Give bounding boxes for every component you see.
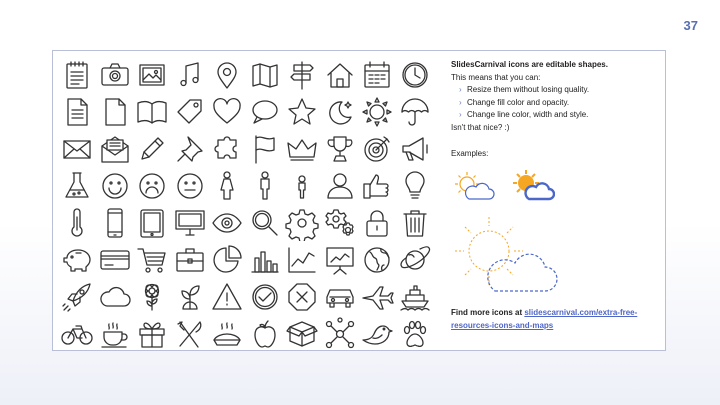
network-icon — [322, 316, 358, 352]
airplane-icon — [359, 279, 395, 315]
calendar-icon — [359, 57, 395, 93]
sprout-icon — [172, 279, 208, 315]
blank-page-icon — [97, 94, 133, 130]
open-book-icon — [134, 94, 170, 130]
trophy-icon — [322, 131, 358, 167]
info-block: SlidesCarnival icons are editable shapes… — [451, 59, 661, 134]
box-icon — [284, 316, 320, 352]
woman-icon — [209, 168, 245, 204]
pushpin-icon — [172, 131, 208, 167]
car-icon — [322, 279, 358, 315]
rocket-icon — [59, 279, 95, 315]
presentation-icon — [322, 242, 358, 278]
document-icon — [59, 94, 95, 130]
map-icon — [247, 57, 283, 93]
ship-icon — [397, 279, 433, 315]
target-icon — [359, 131, 395, 167]
notepad-icon — [59, 57, 95, 93]
example-sun-cloud-dashed-icon — [451, 211, 561, 297]
planet-icon — [397, 242, 433, 278]
eye-icon — [209, 205, 245, 241]
info-intro: This means that you can: — [451, 72, 541, 82]
picture-icon — [134, 57, 170, 93]
example-sun-cloud-filled-icon — [509, 167, 556, 205]
moon-stars-icon — [322, 94, 358, 130]
bird-icon — [359, 316, 395, 352]
clock-icon — [397, 57, 433, 93]
envelope-icon — [59, 131, 95, 167]
location-pin-icon — [209, 57, 245, 93]
sun-icon — [359, 94, 395, 130]
paw-icon — [397, 316, 433, 352]
user-icon — [322, 168, 358, 204]
flower-icon — [134, 279, 170, 315]
briefcase-icon — [172, 242, 208, 278]
heart-icon — [209, 94, 245, 130]
footer-text: Find more icons at slidescarnival.com/ex… — [451, 307, 661, 332]
info-bullet-list: Resize them without losing quality. Chan… — [451, 84, 661, 122]
check-circle-icon — [247, 279, 283, 315]
magnifier-icon — [247, 205, 283, 241]
cancel-circle-icon — [284, 279, 320, 315]
coffee-cup-icon — [97, 316, 133, 352]
signpost-icon — [284, 57, 320, 93]
puzzle-icon — [209, 131, 245, 167]
lightbulb-icon — [397, 168, 433, 204]
gear-icon — [284, 205, 320, 241]
flask-icon — [59, 168, 95, 204]
warning-icon — [209, 279, 245, 315]
camera-icon — [97, 57, 133, 93]
example-sun-cloud-outline-icon — [451, 169, 495, 205]
pie-chart-icon — [209, 242, 245, 278]
speech-bubble-icon — [247, 94, 283, 130]
trash-icon — [397, 205, 433, 241]
man-icon — [247, 168, 283, 204]
happy-face-icon — [97, 168, 133, 204]
cloud-icon — [97, 279, 133, 315]
info-title: SlidesCarnival icons are editable shapes… — [451, 60, 608, 69]
info-bullet: Change fill color and opacity. — [459, 97, 661, 110]
open-envelope-icon — [97, 131, 133, 167]
info-closing: Isn't that nice? :) — [451, 122, 510, 132]
apple-icon — [247, 316, 283, 352]
umbrella-icon — [397, 94, 433, 130]
music-note-icon — [172, 57, 208, 93]
thermometer-icon — [59, 205, 95, 241]
info-bullet: Resize them without losing quality. — [459, 84, 661, 97]
monitor-icon — [172, 205, 208, 241]
footer-prefix: Find more icons at — [451, 308, 525, 317]
page-number: 37 — [683, 18, 698, 33]
examples-label: Examples: — [451, 149, 489, 158]
icons-panel: SlidesCarnival icons are editable shapes… — [52, 50, 666, 351]
bicycle-icon — [59, 316, 95, 352]
gift-icon — [134, 316, 170, 352]
bar-chart-icon — [247, 242, 283, 278]
line-chart-icon — [284, 242, 320, 278]
neutral-face-icon — [172, 168, 208, 204]
megaphone-icon — [397, 131, 433, 167]
thumbs-up-icon — [359, 168, 395, 204]
pie-icon — [209, 316, 245, 352]
sad-face-icon — [134, 168, 170, 204]
smartphone-icon — [97, 205, 133, 241]
shopping-cart-icon — [134, 242, 170, 278]
tag-icon — [172, 94, 208, 130]
star-icon — [284, 94, 320, 130]
crown-icon — [284, 131, 320, 167]
child-icon — [284, 168, 320, 204]
piggy-bank-icon — [59, 242, 95, 278]
fork-knife-icon — [172, 316, 208, 352]
gears-icon — [322, 205, 358, 241]
flag-icon — [247, 131, 283, 167]
info-bullet: Change line color, width and style. — [459, 109, 661, 122]
credit-card-icon — [97, 242, 133, 278]
home-icon — [322, 57, 358, 93]
padlock-icon — [359, 205, 395, 241]
pencil-icon — [134, 131, 170, 167]
globe-icon — [359, 242, 395, 278]
tablet-icon — [134, 205, 170, 241]
